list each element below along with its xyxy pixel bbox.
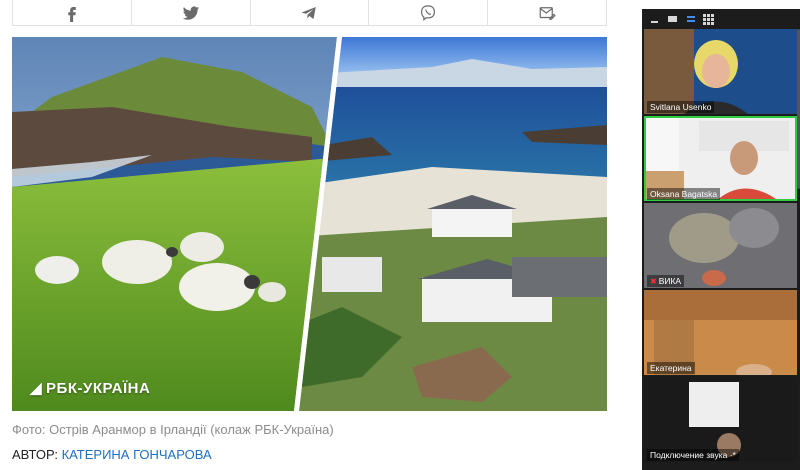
- minimize-button[interactable]: [649, 14, 660, 25]
- speaker-view-button[interactable]: [685, 14, 696, 25]
- participant-tile[interactable]: ✖ ВИКА: [644, 203, 797, 288]
- participant-name: Oksana Bagatska: [647, 188, 721, 200]
- gallery-view-button[interactable]: [703, 13, 714, 25]
- share-facebook-button[interactable]: [13, 0, 132, 25]
- facebook-icon: [68, 6, 76, 22]
- share-twitter-button[interactable]: [132, 0, 251, 25]
- author-label: АВТОР:: [12, 447, 62, 462]
- video-call-toolbar: [642, 9, 800, 29]
- minimize-icon: [651, 21, 658, 23]
- collage-image: [12, 37, 607, 411]
- participant-name: ✖ ВИКА: [647, 275, 685, 287]
- viber-icon: [421, 4, 436, 21]
- gallery-view-icon: [703, 13, 714, 25]
- author-line: АВТОР: КАТЕРИНА ГОНЧАРОВА: [12, 447, 212, 462]
- participant-tile[interactable]: Подключение звука ·*: [644, 377, 797, 462]
- window-icon: [668, 16, 677, 22]
- participant-name: Подключение звука ·*: [647, 449, 739, 461]
- window-button[interactable]: [667, 14, 678, 25]
- share-telegram-button[interactable]: [251, 0, 370, 25]
- video-call-panel: Svitlana Usenko Oksana Bagatska ✖ВИКА Е: [642, 9, 800, 470]
- article-photo: ◢ РБК-УКРАЇНА: [12, 37, 607, 411]
- telegram-icon: [301, 6, 317, 19]
- participant-tile[interactable]: Екатерина: [644, 290, 797, 375]
- participant-name: Екатерина: [647, 362, 695, 374]
- author-link[interactable]: КАТЕРИНА ГОНЧАРОВА: [62, 447, 212, 462]
- twitter-icon: [182, 5, 199, 20]
- rbc-logo-icon: ◢: [30, 380, 43, 397]
- mic-muted-icon: ✖: [650, 276, 657, 286]
- participant-name: Svitlana Usenko: [647, 101, 715, 113]
- share-viber-button[interactable]: [369, 0, 489, 25]
- email-icon: [539, 6, 556, 20]
- participant-tile-active[interactable]: Oksana Bagatska: [644, 116, 797, 201]
- participant-tile[interactable]: Svitlana Usenko: [644, 29, 797, 114]
- share-email-button[interactable]: [488, 0, 606, 25]
- share-bar: [12, 0, 607, 26]
- photo-watermark: ◢ РБК-УКРАЇНА: [30, 379, 151, 398]
- speaker-view-icon: [686, 16, 695, 22]
- photo-caption: Фото: Острів Аранмор в Ірландії (колаж Р…: [12, 422, 334, 437]
